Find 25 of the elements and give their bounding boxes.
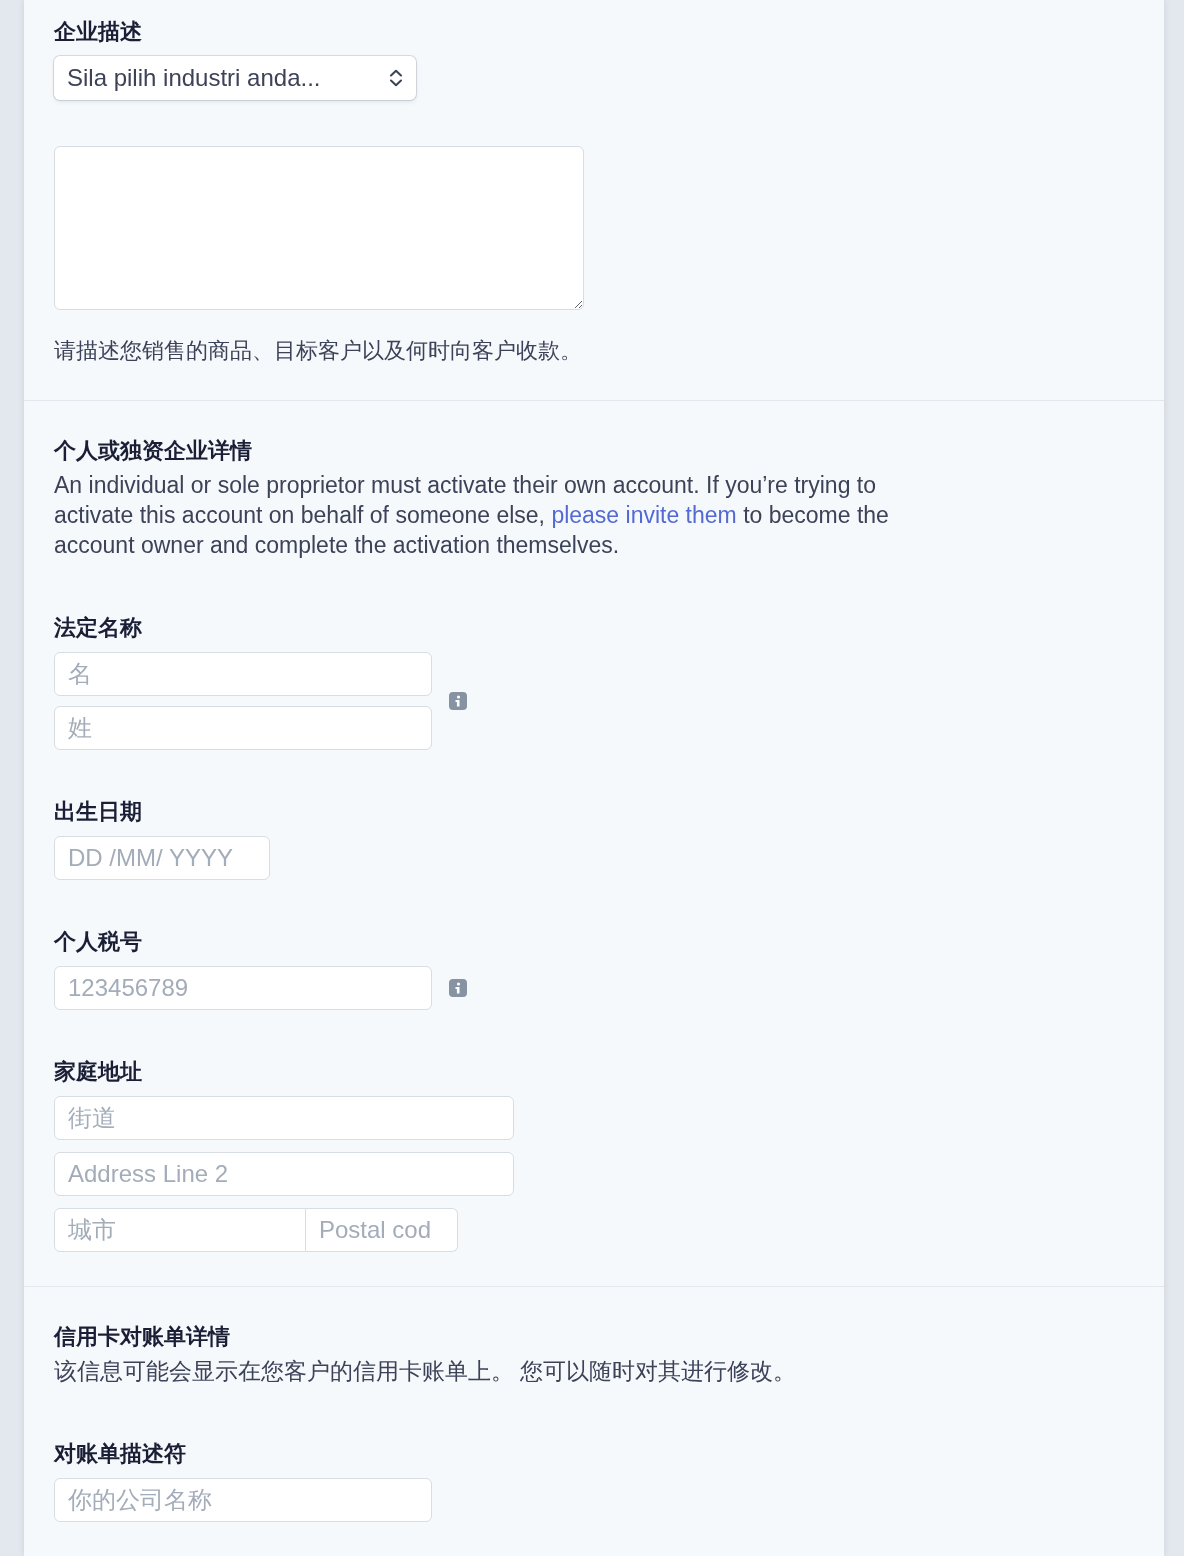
input-field[interactable]: Postal cod (306, 1208, 458, 1252)
input-field[interactable]: 你的公司名称 (54, 1478, 432, 1522)
field-label: 家庭地址 (54, 1058, 142, 1086)
help-text: 请描述您销售的商品、目标客户以及何时向客户收款。 (54, 337, 582, 365)
field-label: 对账单描述符 (54, 1440, 186, 1468)
section-description: An individual or sole proprietor must activate their own account. If you’re trying to activate this account on behalf of someone else, please invite them to become the account owner and complete the activation themselves. (54, 471, 890, 560)
input-field[interactable]: 姓 (54, 706, 432, 750)
input-field[interactable]: 街道 (54, 1096, 514, 1140)
input-field[interactable]: 城市 (54, 1208, 306, 1252)
input-field[interactable]: Address Line 2 (54, 1152, 514, 1196)
section-description: 该信息可能会显示在您客户的信用卡账单上。 您可以随时对其进行修改。 (54, 1357, 798, 1386)
field-label: 出生日期 (54, 798, 142, 826)
industry-select[interactable]: Sila pilih industri anda... (54, 56, 416, 100)
field-label: 个人税号 (54, 928, 142, 956)
section-heading: 信用卡对账单详情 (54, 1323, 230, 1351)
input-field[interactable]: DD /MM/ YYYY (54, 836, 270, 880)
section-heading: 个人或独资企业详情 (54, 437, 252, 465)
input-field[interactable]: 名 (54, 652, 432, 696)
invite-link[interactable]: please invite them (551, 502, 737, 528)
chevron-updown-icon (389, 69, 403, 87)
info-icon[interactable] (449, 979, 467, 997)
field-label: 法定名称 (54, 614, 142, 642)
info-icon[interactable] (449, 692, 467, 710)
field-label: 企业描述 (54, 18, 142, 46)
input-field[interactable]: 123456789 (54, 966, 432, 1010)
